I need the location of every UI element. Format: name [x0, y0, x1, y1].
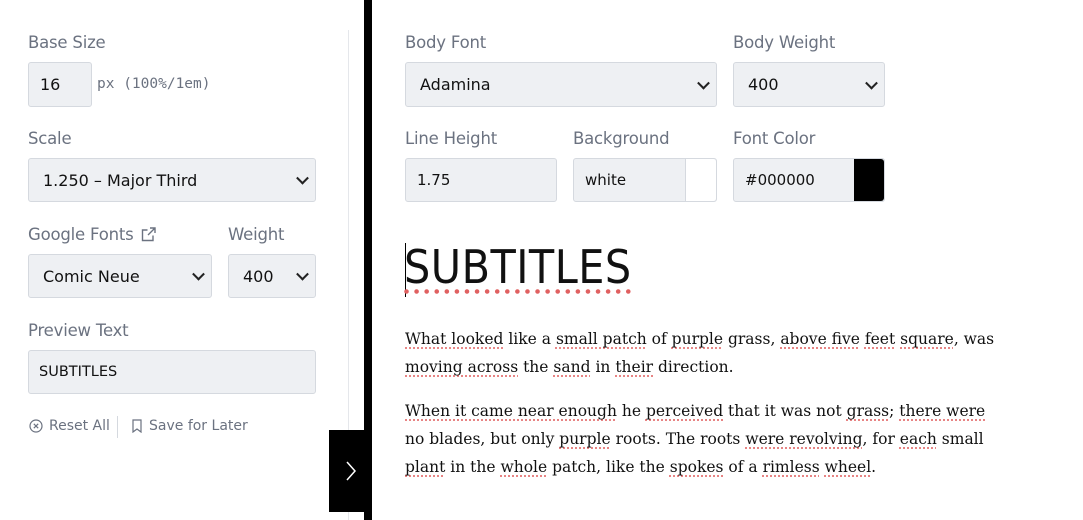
scale-select[interactable]: 1.250 – Major Third [28, 158, 316, 202]
panel-toggle-button[interactable] [329, 430, 372, 512]
spellcheck-word: sand [553, 358, 591, 376]
paragraph-text: ; [889, 402, 900, 420]
base-size-input[interactable]: 16 [28, 62, 92, 107]
line-height-label: Line Height [405, 129, 497, 148]
paragraph-text: he [616, 402, 646, 420]
paragraph-text: small [936, 430, 984, 448]
spellcheck-word: When it came near enough [405, 402, 617, 420]
paragraph-text: of [646, 330, 672, 348]
chevron-down-icon [697, 76, 710, 90]
background-label: Background [573, 129, 670, 148]
font-color-swatch[interactable] [854, 159, 884, 201]
weight-select-value: 400 [243, 266, 274, 286]
weight-label: Weight [228, 225, 285, 244]
base-size-label: Base Size [28, 33, 106, 52]
body-weight-select-value: 400 [748, 75, 779, 94]
google-fonts-select[interactable]: Comic Neue [28, 254, 212, 298]
save-for-later-button[interactable]: Save for Later [131, 418, 248, 434]
paragraph-text: grass, [723, 330, 781, 348]
font-color-label: Font Color [733, 129, 816, 148]
paragraph-text: direction. [653, 358, 734, 376]
preview-heading[interactable]: SUBTITLES [404, 240, 632, 294]
spellcheck-word: were revolving [745, 430, 863, 448]
chevron-down-icon [296, 171, 309, 185]
preview-paragraph-2[interactable]: When it came near enough he perceived th… [405, 397, 1005, 481]
paragraph-text: , was [953, 330, 995, 348]
scale-select-value: 1.250 – Major Third [43, 170, 198, 190]
reset-all-button[interactable]: Reset All [29, 418, 110, 434]
scale-label: Scale [28, 129, 72, 148]
save-for-later-label: Save for Later [149, 418, 248, 434]
paragraph-text: of a [723, 458, 763, 476]
line-height-input[interactable]: 1.75 [405, 158, 557, 202]
chevron-down-icon [192, 267, 205, 281]
spellcheck-word: above five [780, 330, 860, 348]
external-link-icon[interactable] [140, 226, 157, 243]
chevron-right-icon [345, 461, 356, 481]
body-weight-select[interactable]: 400 [733, 62, 885, 107]
paragraph-text: roots. The roots [610, 430, 746, 448]
spellcheck-word: purple [559, 430, 611, 448]
reset-all-label: Reset All [49, 418, 110, 434]
spellcheck-word: plant [405, 458, 446, 476]
paragraph-text: the [518, 358, 554, 376]
paragraph-text: , for [862, 430, 900, 448]
spellcheck-word: What looked [405, 330, 504, 348]
background-input-value: white [585, 171, 627, 189]
spellcheck-word: moving across [405, 358, 519, 376]
font-color-input[interactable]: #000000 [733, 158, 885, 202]
preview-text-input[interactable]: SUBTITLES [28, 350, 316, 394]
paragraph-text: patch, like the [547, 458, 670, 476]
chevron-down-icon [865, 76, 878, 90]
background-input[interactable]: white [573, 158, 717, 202]
spellcheck-word: grass [846, 402, 890, 420]
body-font-label: Body Font [405, 33, 487, 52]
base-size-unit: px (100%/1em) [97, 76, 211, 92]
body-font-select[interactable]: Adamina [405, 62, 717, 107]
spellcheck-word: perceived [645, 402, 724, 420]
paragraph-text: in the [445, 458, 501, 476]
paragraph-text: like a [503, 330, 556, 348]
preview-text-label: Preview Text [28, 321, 129, 340]
spellcheck-word: small patch [555, 330, 647, 348]
weight-select[interactable]: 400 [228, 254, 316, 298]
body-weight-label: Body Weight [733, 33, 836, 52]
preview-paragraph-1[interactable]: What looked like a small patch of purple… [405, 325, 1005, 381]
background-swatch[interactable] [685, 159, 716, 201]
paragraph-text: that it was not [723, 402, 847, 420]
spellcheck-word: wheel [824, 458, 872, 476]
spellcheck-word: square [900, 330, 954, 348]
spellcheck-word: feet [864, 330, 896, 348]
spellcheck-word: purple [671, 330, 724, 348]
spellcheck-word: spokes [669, 458, 724, 476]
bookmark-icon [132, 419, 142, 433]
chevron-down-icon [296, 267, 309, 281]
google-fonts-label[interactable]: Google Fonts [28, 225, 157, 244]
spellcheck-word: there were [899, 402, 986, 420]
font-color-input-value: #000000 [745, 171, 815, 189]
action-separator [117, 416, 118, 438]
paragraph-text: . [871, 458, 877, 476]
spellcheck-word: their [615, 358, 654, 376]
spellcheck-word: whole [500, 458, 548, 476]
spellcheck-word: each [899, 430, 937, 448]
google-fonts-select-value: Comic Neue [43, 266, 140, 286]
paragraph-text: in [590, 358, 616, 376]
body-font-select-value: Adamina [420, 75, 491, 94]
paragraph-text: no blades, but only [405, 430, 560, 448]
reset-icon [29, 419, 43, 433]
google-fonts-label-text: Google Fonts [28, 225, 134, 244]
spellcheck-word: rimless [762, 458, 820, 476]
